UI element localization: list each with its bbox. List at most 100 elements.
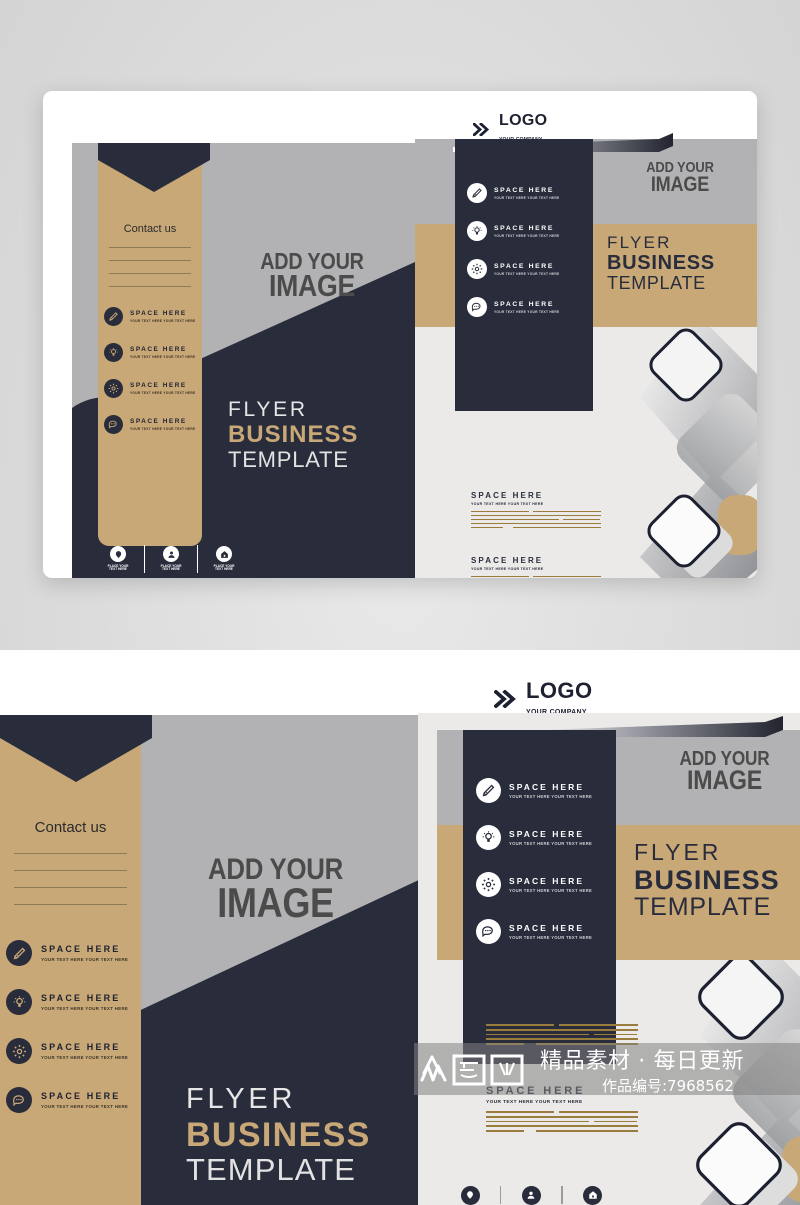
front-feature-list: SPACE HERE YOUR TEXT HERE YOUR TEXT HERE… [104,307,204,434]
feature-item: SPACE HERE YOUR TEXT HERE YOUR TEXT HERE [467,297,587,317]
lightbulb-icon [6,989,32,1015]
feature-subtitle: YOUR TEXT HERE YOUR TEXT HERE [130,355,196,359]
feature-title: SPACE HERE [494,300,555,308]
feature-item: SPACE HERE YOUR TEXT HERE YOUR TEXT HERE [6,1038,146,1064]
feature-item: SPACE HERE YOUR TEXT HERE YOUR TEXT HERE [467,183,587,203]
gold-rule [471,511,530,513]
gold-rule [486,1130,524,1132]
logo-tagline: YOUR COMPANY [144,143,187,145]
front-footer-strip: PLACE YOUR TEXT HERE PLACE YOUR TEXT HER… [72,540,415,578]
footer-item: PLACE YOUR TEXT HERE [198,546,250,572]
gold-rule [486,1028,638,1031]
rule-row [471,511,601,513]
rule-row [486,1130,638,1132]
chat-icon [476,919,501,944]
feature-item: SPACE HERE YOUR TEXT HERE YOUR TEXT HERE [476,778,616,803]
chat-icon [467,297,487,317]
gear-icon [104,379,123,398]
feature-title: SPACE HERE [509,922,585,933]
contact-line [109,286,191,287]
feature-item: SPACE HERE YOUR TEXT HERE YOUR TEXT HERE [104,343,204,362]
person-icon [163,546,179,563]
feature-title: SPACE HERE [41,993,121,1004]
headline-flyer: FLYER [607,233,672,252]
section-title: SPACE HERE [486,998,586,1010]
gold-rule [471,514,601,517]
logo-text: LOGO [499,112,548,129]
headline-template: TEMPLATE [607,273,706,293]
bottom-large-preview: LOGO YOUR COMPANY Contact us SPACE HERE … [0,650,800,1205]
footer-label: PLACE YOUR TEXT HERE [108,564,129,572]
flyer-front-page-small: LOGO YOUR COMPANY Contact us SPACE HERE … [72,143,415,578]
watermark-work-id: 作品编号:7968562 [602,1076,734,1095]
gold-rule [471,576,530,578]
front-headline: FLYER BUSINESS TEMPLATE [228,399,415,471]
flyer-back-page-large: LOGO YOUR COMPANY SPACE HERE YOUR TEXT H… [418,650,800,1205]
rule-row [486,1024,638,1026]
footer-label-line2: TEXT HERE [162,567,180,572]
feature-title: SPACE HERE [494,186,555,194]
feature-subtitle: YOUR TEXT HERE YOUR TEXT HERE [509,935,593,941]
feature-item: SPACE HERE YOUR TEXT HERE YOUR TEXT HERE [104,379,204,398]
headline-template: TEMPLATE [228,447,349,472]
rule-row [486,1111,638,1113]
feature-item: SPACE HERE YOUR TEXT HERE YOUR TEXT HERE [104,307,204,326]
feature-title: SPACE HERE [509,875,585,886]
gear-icon [467,259,487,279]
feature-title: SPACE HERE [130,346,187,353]
person-icon [521,1185,541,1205]
pencil-icon [467,183,487,203]
back-add-image-text: ADD YOUR IMAGE [632,749,800,796]
front-headline: FLYER BUSINESS TEMPLATE [186,1085,423,1186]
flyer-back-page-small: LOGO YOUR COMPANY SPACE [415,91,757,578]
footer-label-line2: TEXT HERE [215,567,233,572]
contact-lines [109,247,191,287]
gear-icon [476,872,501,897]
feature-subtitle: YOUR TEXT HERE YOUR TEXT HERE [509,794,593,800]
feature-title: SPACE HERE [41,1091,121,1102]
headline-flyer: FLYER [228,398,308,421]
gold-rule [471,518,560,521]
lightbulb-icon [104,343,123,362]
footer-item [563,1185,623,1205]
headline-business: BUSINESS [607,252,715,274]
pencil-icon [104,307,123,326]
footer-item [440,1185,500,1205]
feature-subtitle: YOUR TEXT HERE YOUR TEXT HERE [494,271,560,276]
front-add-image-text: ADD YOUR IMAGE [168,855,383,923]
back-headline: FLYER BUSINESS TEMPLATE [634,841,800,920]
add-image-line-2: IMAGE [687,765,762,796]
gold-rule [559,1111,638,1113]
feature-title: SPACE HERE [494,224,555,232]
watermark-overlay: 精品素材 · 每日更新 作品编号:7968562 [414,1043,800,1095]
feature-title: SPACE HERE [509,781,585,792]
footer-label: PLACE YOUR TEXT HERE [214,564,235,572]
back-feature-list: SPACE HERE YOUR TEXT HERE YOUR TEXT HERE… [476,778,616,944]
front-feature-list: SPACE HERE YOUR TEXT HERE YOUR TEXT HERE… [6,940,146,1113]
feature-item: SPACE HERE YOUR TEXT HERE YOUR TEXT HERE [476,825,616,850]
section-rule-group [471,511,601,528]
feature-item: SPACE HERE YOUR TEXT HERE YOUR TEXT HERE [104,415,204,434]
footer-item: PLACE YOUR TEXT HERE [145,546,197,572]
rule-row [486,1120,638,1123]
home-lock-icon [583,1185,603,1205]
gold-rule [533,511,601,513]
gold-rule [513,526,601,528]
contact-line [109,260,191,261]
feature-subtitle: YOUR TEXT HERE YOUR TEXT HERE [494,195,560,200]
feature-title: SPACE HERE [130,418,187,425]
section-rule-group [486,1024,638,1045]
lightbulb-icon [467,221,487,241]
watermark-text-block: 精品素材 · 每日更新 作品编号:7968562 [540,1043,744,1095]
rule-row [471,526,601,528]
feature-item: SPACE HERE YOUR TEXT HERE YOUR TEXT HERE [6,989,146,1015]
gold-rule [486,1111,555,1113]
section-subtitle: YOUR TEXT HERE YOUR TEXT HERE [471,567,544,571]
feature-subtitle: YOUR TEXT HERE YOUR TEXT HERE [494,309,560,314]
gold-rule [471,526,504,528]
location-pin-icon [460,1185,480,1205]
feature-title: SPACE HERE [41,944,121,955]
footer-item [501,1185,561,1205]
watermark-site-logo-icon [416,1049,534,1089]
gold-rule [594,1033,637,1036]
